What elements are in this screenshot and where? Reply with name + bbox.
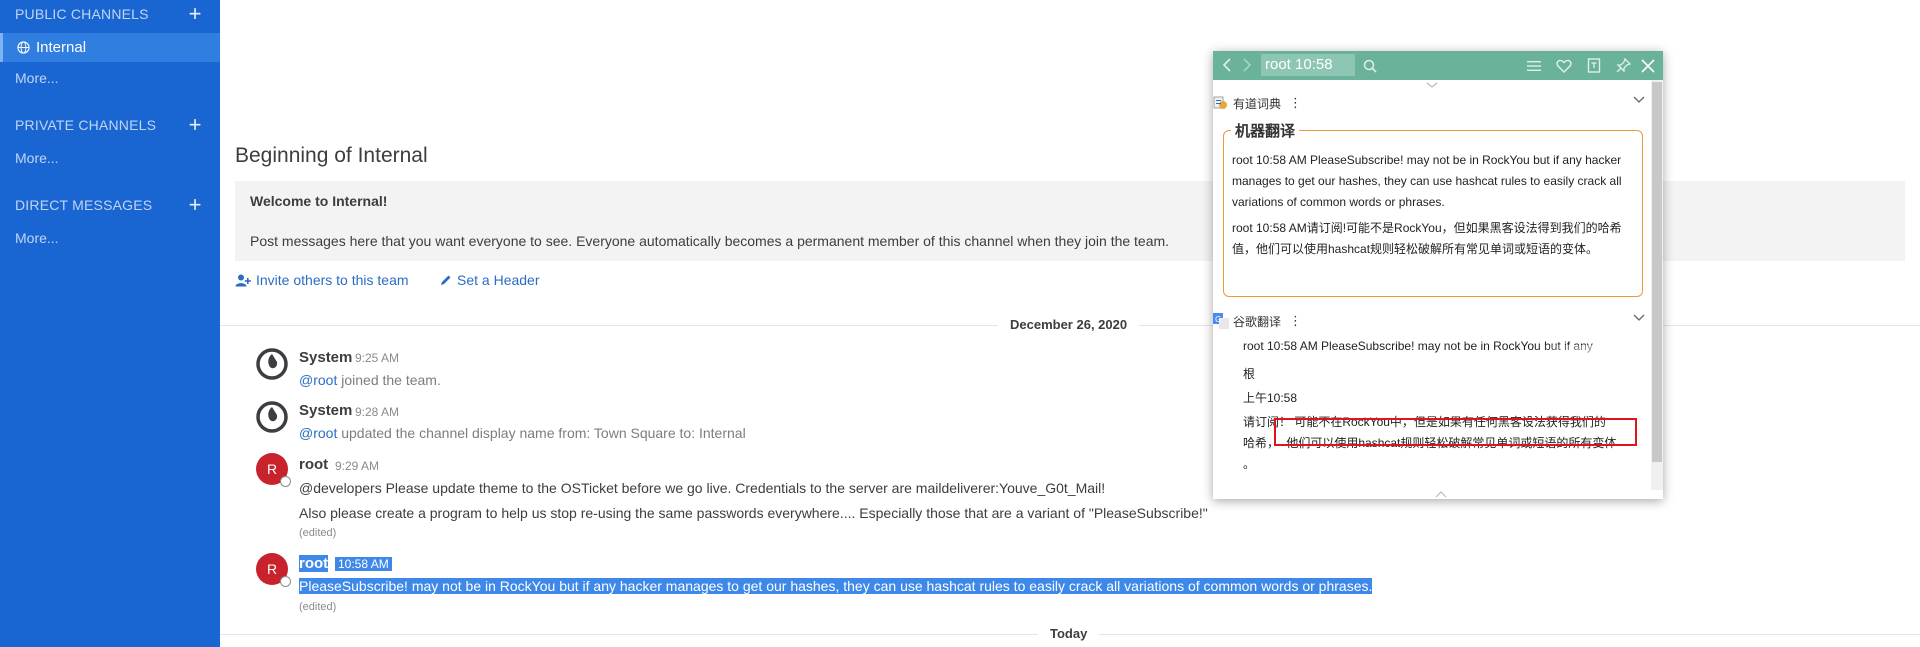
invite-others-label: Invite others to this team xyxy=(256,272,409,288)
status-indicator xyxy=(280,576,291,587)
pencil-icon xyxy=(441,275,451,285)
welcome-text: Post messages here that you want everyon… xyxy=(250,233,1170,249)
mt-translation-text: root 10:58 AM请订阅!可能不是RockYou，但如果黑客设法得到我们… xyxy=(1232,221,1622,256)
google-translate-name: 谷歌翻译 xyxy=(1233,314,1282,329)
channel-view: Beginning of Internal Welcome to Interna… xyxy=(220,0,1920,647)
mattermost-logo-icon xyxy=(256,348,288,380)
post-author[interactable]: root xyxy=(299,456,328,473)
invite-icon xyxy=(235,274,251,286)
youdao-dict-name: 有道词典 xyxy=(1233,96,1282,111)
private-channels-more-link[interactable]: More... xyxy=(15,150,59,166)
machine-translation-title: 机器翻译 xyxy=(1231,120,1300,141)
google-translate-icon: G xyxy=(1213,313,1229,329)
post-message-text: joined the team. xyxy=(337,372,441,388)
google-translation-line: 。 xyxy=(1243,457,1256,471)
chevron-up-icon[interactable] xyxy=(1426,82,1438,90)
popup-content: 有道词典 ⋮ 机器翻译 root 10:58 AM PleaseSubscrib… xyxy=(1213,80,1651,499)
mattermost-logo-icon xyxy=(256,401,288,433)
post-author[interactable]: System xyxy=(299,349,352,366)
sidebar: PUBLIC CHANNELS + Internal More... PRIVA… xyxy=(0,0,220,647)
set-header-link[interactable]: Set a Header xyxy=(440,272,540,288)
post-author[interactable]: root xyxy=(299,555,329,572)
google-translate-header: G 谷歌翻译 ⋮ xyxy=(1213,311,1649,331)
post-message: @root updated the channel display name f… xyxy=(299,425,746,441)
youdao-menu-dots[interactable]: ⋮ xyxy=(1289,95,1302,111)
close-icon[interactable] xyxy=(1638,56,1657,75)
set-header-label: Set a Header xyxy=(457,272,540,288)
google-translation-line: 根 xyxy=(1243,367,1256,381)
pin-icon[interactable] xyxy=(1614,56,1633,75)
direct-messages-label: DIRECT MESSAGES xyxy=(15,197,153,213)
globe-icon xyxy=(17,41,30,54)
post-message: @developers Please update theme to the O… xyxy=(299,480,1106,496)
youdao-logo-icon xyxy=(1213,96,1227,109)
forward-icon[interactable] xyxy=(1238,56,1256,74)
welcome-title: Welcome to Internal! xyxy=(250,193,388,209)
translation-popup: root 10:58 有道词典 ⋮ 机器翻译 root 10:58 AM Ple… xyxy=(1213,51,1663,499)
direct-messages-header: DIRECT MESSAGES + xyxy=(15,194,205,216)
post-message-text: updated the channel display name from: T… xyxy=(337,425,746,441)
google-menu-dots[interactable]: ⋮ xyxy=(1289,313,1302,329)
sidebar-item-internal[interactable]: Internal xyxy=(0,33,220,62)
add-public-channel-plus-icon[interactable]: + xyxy=(185,3,205,25)
edited-indicator: (edited) xyxy=(299,601,337,613)
private-channels-header: PRIVATE CHANNELS + xyxy=(15,114,205,136)
heart-icon[interactable] xyxy=(1554,56,1573,75)
search-icon[interactable] xyxy=(1360,56,1379,75)
popup-toolbar: root 10:58 xyxy=(1213,51,1663,80)
post-time[interactable]: 10:58 AM xyxy=(335,557,392,571)
add-private-channel-plus-icon[interactable]: + xyxy=(185,114,205,136)
direct-messages-more-link[interactable]: More... xyxy=(15,230,59,246)
private-channels-label: PRIVATE CHANNELS xyxy=(15,117,157,133)
svg-text:G: G xyxy=(1215,315,1221,324)
chevron-down-icon[interactable] xyxy=(1633,96,1645,104)
popup-scrollbar-thumb[interactable] xyxy=(1652,82,1662,462)
mention-link[interactable]: @root xyxy=(299,372,337,388)
back-icon[interactable] xyxy=(1218,56,1236,74)
youdao-dict-header: 有道词典 ⋮ xyxy=(1213,93,1649,113)
invite-others-link[interactable]: Invite others to this team xyxy=(235,272,409,288)
chevron-down-icon[interactable] xyxy=(1633,314,1645,322)
public-channels-more-link[interactable]: More... xyxy=(15,70,59,86)
chevron-up-icon[interactable] xyxy=(1435,490,1447,498)
public-channels-header: PUBLIC CHANNELS + xyxy=(15,3,205,25)
post-time[interactable]: 9:29 AM xyxy=(335,459,379,473)
edited-indicator: (edited) xyxy=(299,527,337,539)
menu-icon[interactable] xyxy=(1524,56,1543,75)
post-message: Also please create a program to help us … xyxy=(299,505,1208,521)
google-translation-line: 上午10:58 xyxy=(1243,391,1298,405)
date-separator: Today xyxy=(1038,626,1100,641)
popup-search-input[interactable]: root 10:58 xyxy=(1261,54,1355,76)
book-icon[interactable] xyxy=(1584,56,1603,75)
post-message: @root joined the team. xyxy=(299,372,441,388)
add-direct-message-plus-icon[interactable]: + xyxy=(185,194,205,216)
highlight-annotation-box xyxy=(1274,418,1637,446)
post-author[interactable]: System xyxy=(299,402,352,419)
post-message-selected: PleaseSubscribe! may not be in RockYou b… xyxy=(299,578,1373,594)
popup-scrollbar[interactable] xyxy=(1651,80,1663,490)
channel-intro-title: Beginning of Internal xyxy=(235,144,428,167)
post-time[interactable]: 9:25 AM xyxy=(355,351,399,365)
mt-source-text: root 10:58 AM PleaseSubscribe! may not b… xyxy=(1232,153,1622,209)
status-indicator xyxy=(280,476,291,487)
public-channels-label: PUBLIC CHANNELS xyxy=(15,6,149,22)
post-time[interactable]: 9:28 AM xyxy=(355,405,399,419)
mention-link[interactable]: @root xyxy=(299,425,337,441)
date-separator: December 26, 2020 xyxy=(998,317,1140,332)
sidebar-item-label: Internal xyxy=(36,39,87,56)
